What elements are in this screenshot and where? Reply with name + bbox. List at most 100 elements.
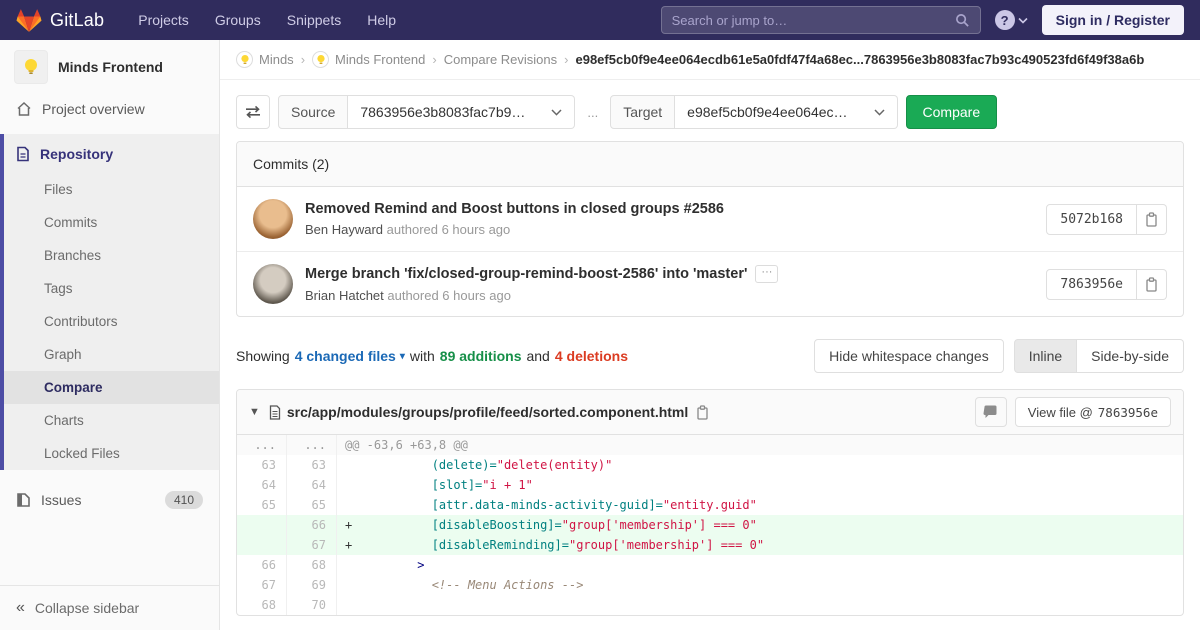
diff-old-line-number[interactable]: 68 [237,595,287,615]
sidebar-item-files[interactable]: Files [4,173,219,206]
hide-whitespace-button[interactable]: Hide whitespace changes [814,339,1004,373]
diff-old-line-number[interactable]: 64 [237,475,287,495]
sidebar-item-label: Project overview [42,101,145,117]
commit-author-avatar[interactable] [253,199,293,239]
additions-count: 89 additions [439,348,522,364]
sidebar-item-locked-files[interactable]: Locked Files [4,437,219,470]
diff-row: 64 64 [slot]="i + 1" [237,475,1183,495]
issues-count-badge: 410 [164,491,203,509]
target-label: Target [610,95,676,129]
commit-author-avatar[interactable] [253,264,293,304]
sidebar-item-tags[interactable]: Tags [4,272,219,305]
commit-authored-time: authored 6 hours ago [383,288,511,303]
breadcrumb-separator: › [564,52,569,67]
diff-new-line-number[interactable]: 63 [287,455,337,475]
diff-line-content: (delete)="delete(entity)" [431,458,613,472]
project-name: Minds Frontend [58,59,163,75]
diff-row: ...... @@ -63,6 +63,8 @@ [237,435,1183,455]
sidebar-project-link[interactable]: Minds Frontend [0,40,219,92]
breadcrumb: Minds › Minds Frontend › Compare Revisio… [220,40,1200,80]
sidebar-section-repository: Repository Files Commits Branches Tags Contr… [0,134,219,470]
search-icon[interactable] [955,13,970,28]
diff-row: 65 65 [attr.data-minds-activity-guid]="en… [237,495,1183,515]
sidebar-item-compare[interactable]: Compare [4,371,219,404]
sidebar-item-issues[interactable]: Issues 410 [0,482,219,518]
diff-old-line-number[interactable]: ... [237,435,287,455]
commit-description-expander[interactable]: ··· [755,265,779,283]
sidebar-item-branches[interactable]: Branches [4,239,219,272]
global-search[interactable] [660,6,981,34]
source-ref-dropdown[interactable]: 7863956e3b8083fac7b9… [348,95,576,129]
target-ref-dropdown[interactable]: e98ef5cb0f9e4ee064ec… [675,95,898,129]
diff-old-line-number[interactable] [237,535,287,555]
diff-old-line-number[interactable]: 65 [237,495,287,515]
collapse-diff-caret-icon[interactable]: ▼ [249,406,260,418]
diff-new-line-number[interactable]: 66 [287,515,337,535]
diff-old-line-number[interactable]: 66 [237,555,287,575]
menu-help[interactable]: Help [355,2,408,38]
changed-files-dropdown[interactable]: 4 changed files ▾ [295,348,405,364]
compare-revisions-form: Source 7863956e3b8083fac7b9… ... Target … [236,95,1184,129]
view-file-sha: 7863956e [1097,404,1158,420]
diff-new-line-number[interactable]: 68 [287,555,337,575]
commit-author-name[interactable]: Ben Hayward [305,222,383,237]
sidebar-item-project-overview[interactable]: Project overview [0,92,219,126]
deletions-count: 4 deletions [554,348,628,364]
search-input[interactable] [671,12,955,28]
breadcrumb-separator: › [300,52,306,67]
sidebar-item-contributors[interactable]: Contributors [4,305,219,338]
diff-old-line-number[interactable] [237,515,287,535]
copy-path-icon[interactable] [696,404,709,420]
sidebar-item-commits[interactable]: Commits [4,206,219,239]
issues-icon [16,492,31,508]
sidebar-item-label: Repository [40,146,114,162]
sign-in-register-button[interactable]: Sign in / Register [1041,5,1184,35]
menu-snippets[interactable]: Snippets [275,2,353,38]
copy-sha-button[interactable] [1137,268,1167,300]
commit-author-name[interactable]: Brian Hatchet [305,288,384,303]
diff-old-line-number[interactable]: 67 [237,575,287,595]
diff-new-line-number[interactable]: 64 [287,475,337,495]
breadcrumb-minds-frontend[interactable]: Minds Frontend [312,51,425,68]
compare-button[interactable]: Compare [905,95,998,129]
diff-old-line-number[interactable]: 63 [237,455,287,475]
menu-groups[interactable]: Groups [203,2,273,38]
help-dropdown[interactable]: ? [994,10,1028,30]
breadcrumb-minds[interactable]: Minds [236,51,294,68]
commit-sha[interactable]: 7863956e [1046,268,1137,300]
commit-title-link[interactable]: Merge branch 'fix/closed-group-remind-bo… [305,266,747,282]
target-ref-value: e98ef5cb0f9e4ee064ec… [687,104,848,120]
side-by-side-view-button[interactable]: Side-by-side [1077,339,1184,373]
source-ref-value: 7863956e3b8083fac7b9… [360,104,526,120]
diff-new-line-number[interactable]: 65 [287,495,337,515]
diff-row: 67 + [disableReminding]="group['membershi… [237,535,1183,555]
commit-title-link[interactable]: Removed Remind and Boost buttons in clos… [305,201,724,217]
menu-projects[interactable]: Projects [126,2,201,38]
copy-sha-button[interactable] [1137,203,1167,235]
sidebar-item-graph[interactable]: Graph [4,338,219,371]
breadcrumb-label: Minds Frontend [335,52,426,67]
sidebar-item-charts[interactable]: Charts [4,404,219,437]
view-file-button[interactable]: View file @ 7863956e [1014,397,1171,427]
diff-new-line-number[interactable]: 69 [287,575,337,595]
diff-file-path[interactable]: src/app/modules/groups/profile/feed/sort… [287,404,688,420]
collapse-sidebar-button[interactable]: « Collapse sidebar [0,585,219,630]
view-file-label: View file @ [1027,404,1093,420]
gitlab-logo[interactable]: GitLab [16,8,104,33]
help-icon[interactable]: ? [994,10,1015,30]
source-ref-group: Source 7863956e3b8083fac7b9… [278,95,576,129]
diff-new-line-number[interactable]: 70 [287,595,337,615]
inline-view-button[interactable]: Inline [1013,339,1078,373]
commit-sha[interactable]: 5072b168 [1046,203,1137,235]
diff-view-toggle: Inline Side-by-side [1013,339,1184,373]
diff-new-line-number[interactable]: ... [287,435,337,455]
sidebar-item-repository[interactable]: Repository [4,134,219,173]
changed-files-count: 4 changed files [294,348,396,364]
chevron-down-icon [1018,17,1028,24]
diff-new-line-number[interactable]: 67 [287,535,337,555]
toggle-comments-button[interactable] [974,397,1007,427]
swap-revisions-button[interactable] [236,95,270,129]
and-label: and [526,348,550,364]
main-menu: Projects Groups Snippets Help [126,2,408,38]
breadcrumb-compare-revisions[interactable]: Compare Revisions [444,52,557,67]
